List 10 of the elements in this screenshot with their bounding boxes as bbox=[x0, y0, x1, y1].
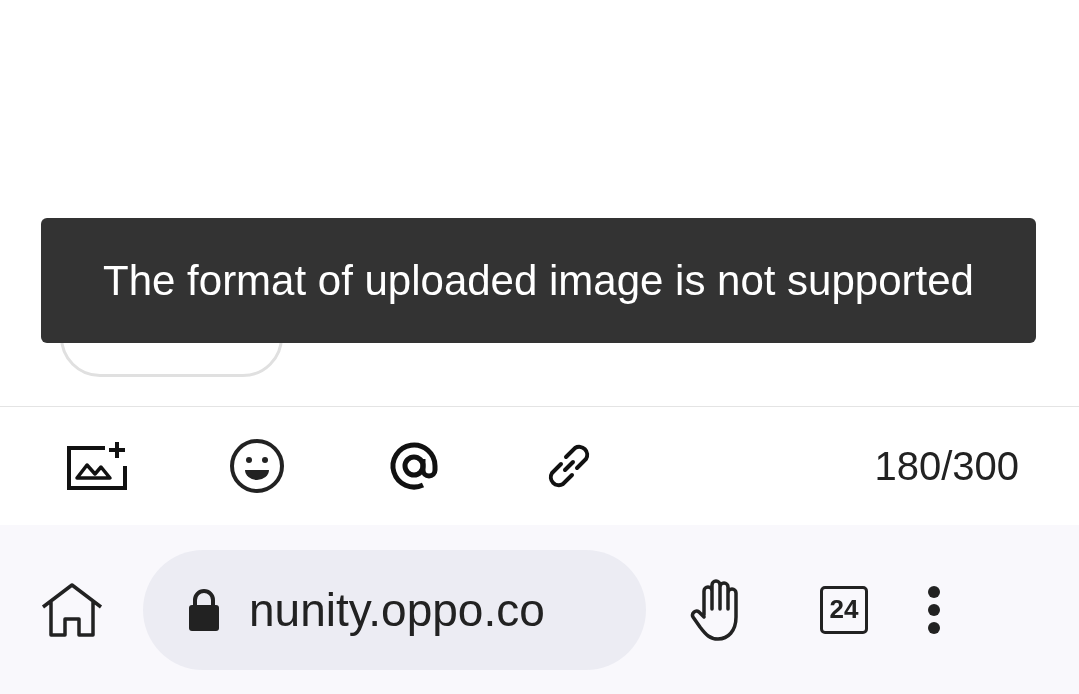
smiley-icon[interactable] bbox=[229, 438, 285, 494]
address-bar[interactable]: nunity.oppo.co bbox=[143, 549, 646, 670]
error-toast: The format of uploaded image is not supported bbox=[41, 218, 1036, 343]
add-image-icon[interactable] bbox=[67, 440, 127, 492]
more-menu-icon[interactable] bbox=[926, 584, 942, 635]
lock-icon bbox=[187, 587, 221, 632]
character-counter: 180/300 bbox=[874, 443, 1019, 489]
url-text: nunity.oppo.co bbox=[249, 582, 545, 637]
tab-count-button[interactable]: 24 bbox=[820, 585, 868, 634]
home-icon[interactable] bbox=[41, 582, 103, 637]
